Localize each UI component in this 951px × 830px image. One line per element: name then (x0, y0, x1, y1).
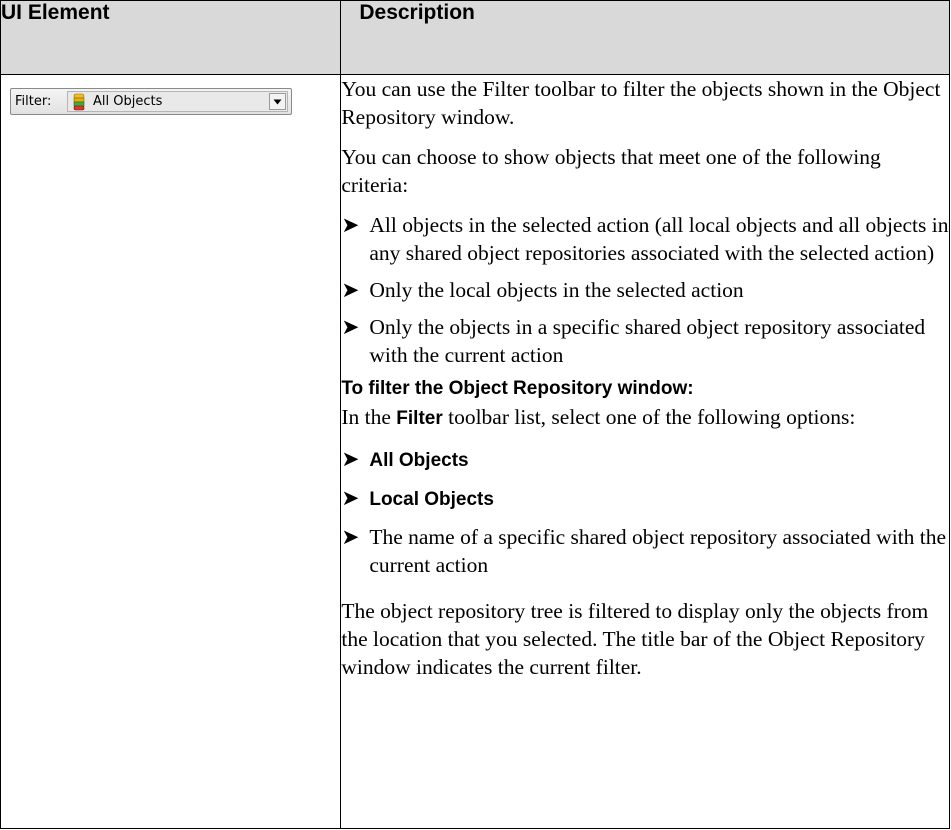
list-item: ➤ Only the objects in a specific shared o… (341, 315, 926, 367)
ui-element-table: UI Element Description Filter: All Objec… (0, 0, 950, 829)
list-item: ➤ The name of a specific shared object re… (341, 525, 947, 577)
ui-element-cell: Filter: All Objects (0, 74, 342, 829)
object-repository-icon (72, 93, 86, 111)
header-ui-element: UI Element (0, 0, 342, 75)
description-intro: You can use the Filter toolbar to filter… (341, 77, 941, 129)
bullet-arrow-icon: ➤ (341, 486, 360, 510)
result-text: The object repository tree is filtered t… (341, 599, 929, 679)
bullet-arrow-icon: ➤ (341, 315, 360, 339)
filter-selected-value: All Objects (93, 94, 163, 109)
chevron-down-icon[interactable] (269, 93, 286, 110)
bullet-arrow-icon: ➤ (341, 525, 360, 549)
table-header-row: UI Element Description (0, 0, 950, 75)
options-list: ➤ All Objects ➤ Local Objects ➤ The name of… (341, 445, 949, 579)
list-item: ➤ All Objects (341, 447, 469, 471)
criteria-intro: You can choose to show objects that meet… (341, 145, 881, 197)
filter-toolbar: Filter: All Objects (10, 88, 292, 115)
filter-dropdown[interactable]: All Objects (67, 91, 288, 112)
procedure-title: To filter the Object Repository window: (341, 378, 694, 399)
filter-label: Filter: (15, 94, 52, 109)
table-row: Filter: All Objects You can use the Filt… (0, 74, 950, 829)
criteria-list: ➤ All objects in the selected action (all… (341, 211, 949, 369)
list-item: ➤ Local Objects (341, 486, 494, 510)
list-item: ➤ Only the local objects in the selected … (341, 278, 744, 302)
header-description: Description (340, 0, 950, 75)
bullet-arrow-icon: ➤ (341, 447, 360, 471)
description-cell: You can use the Filter toolbar to filter… (340, 74, 950, 829)
list-item: ➤ All objects in the selected action (all… (341, 213, 949, 265)
bullet-arrow-icon: ➤ (341, 213, 360, 237)
bullet-arrow-icon: ➤ (341, 278, 360, 302)
procedure-text: In the Filter toolbar list, select one o… (341, 405, 856, 429)
